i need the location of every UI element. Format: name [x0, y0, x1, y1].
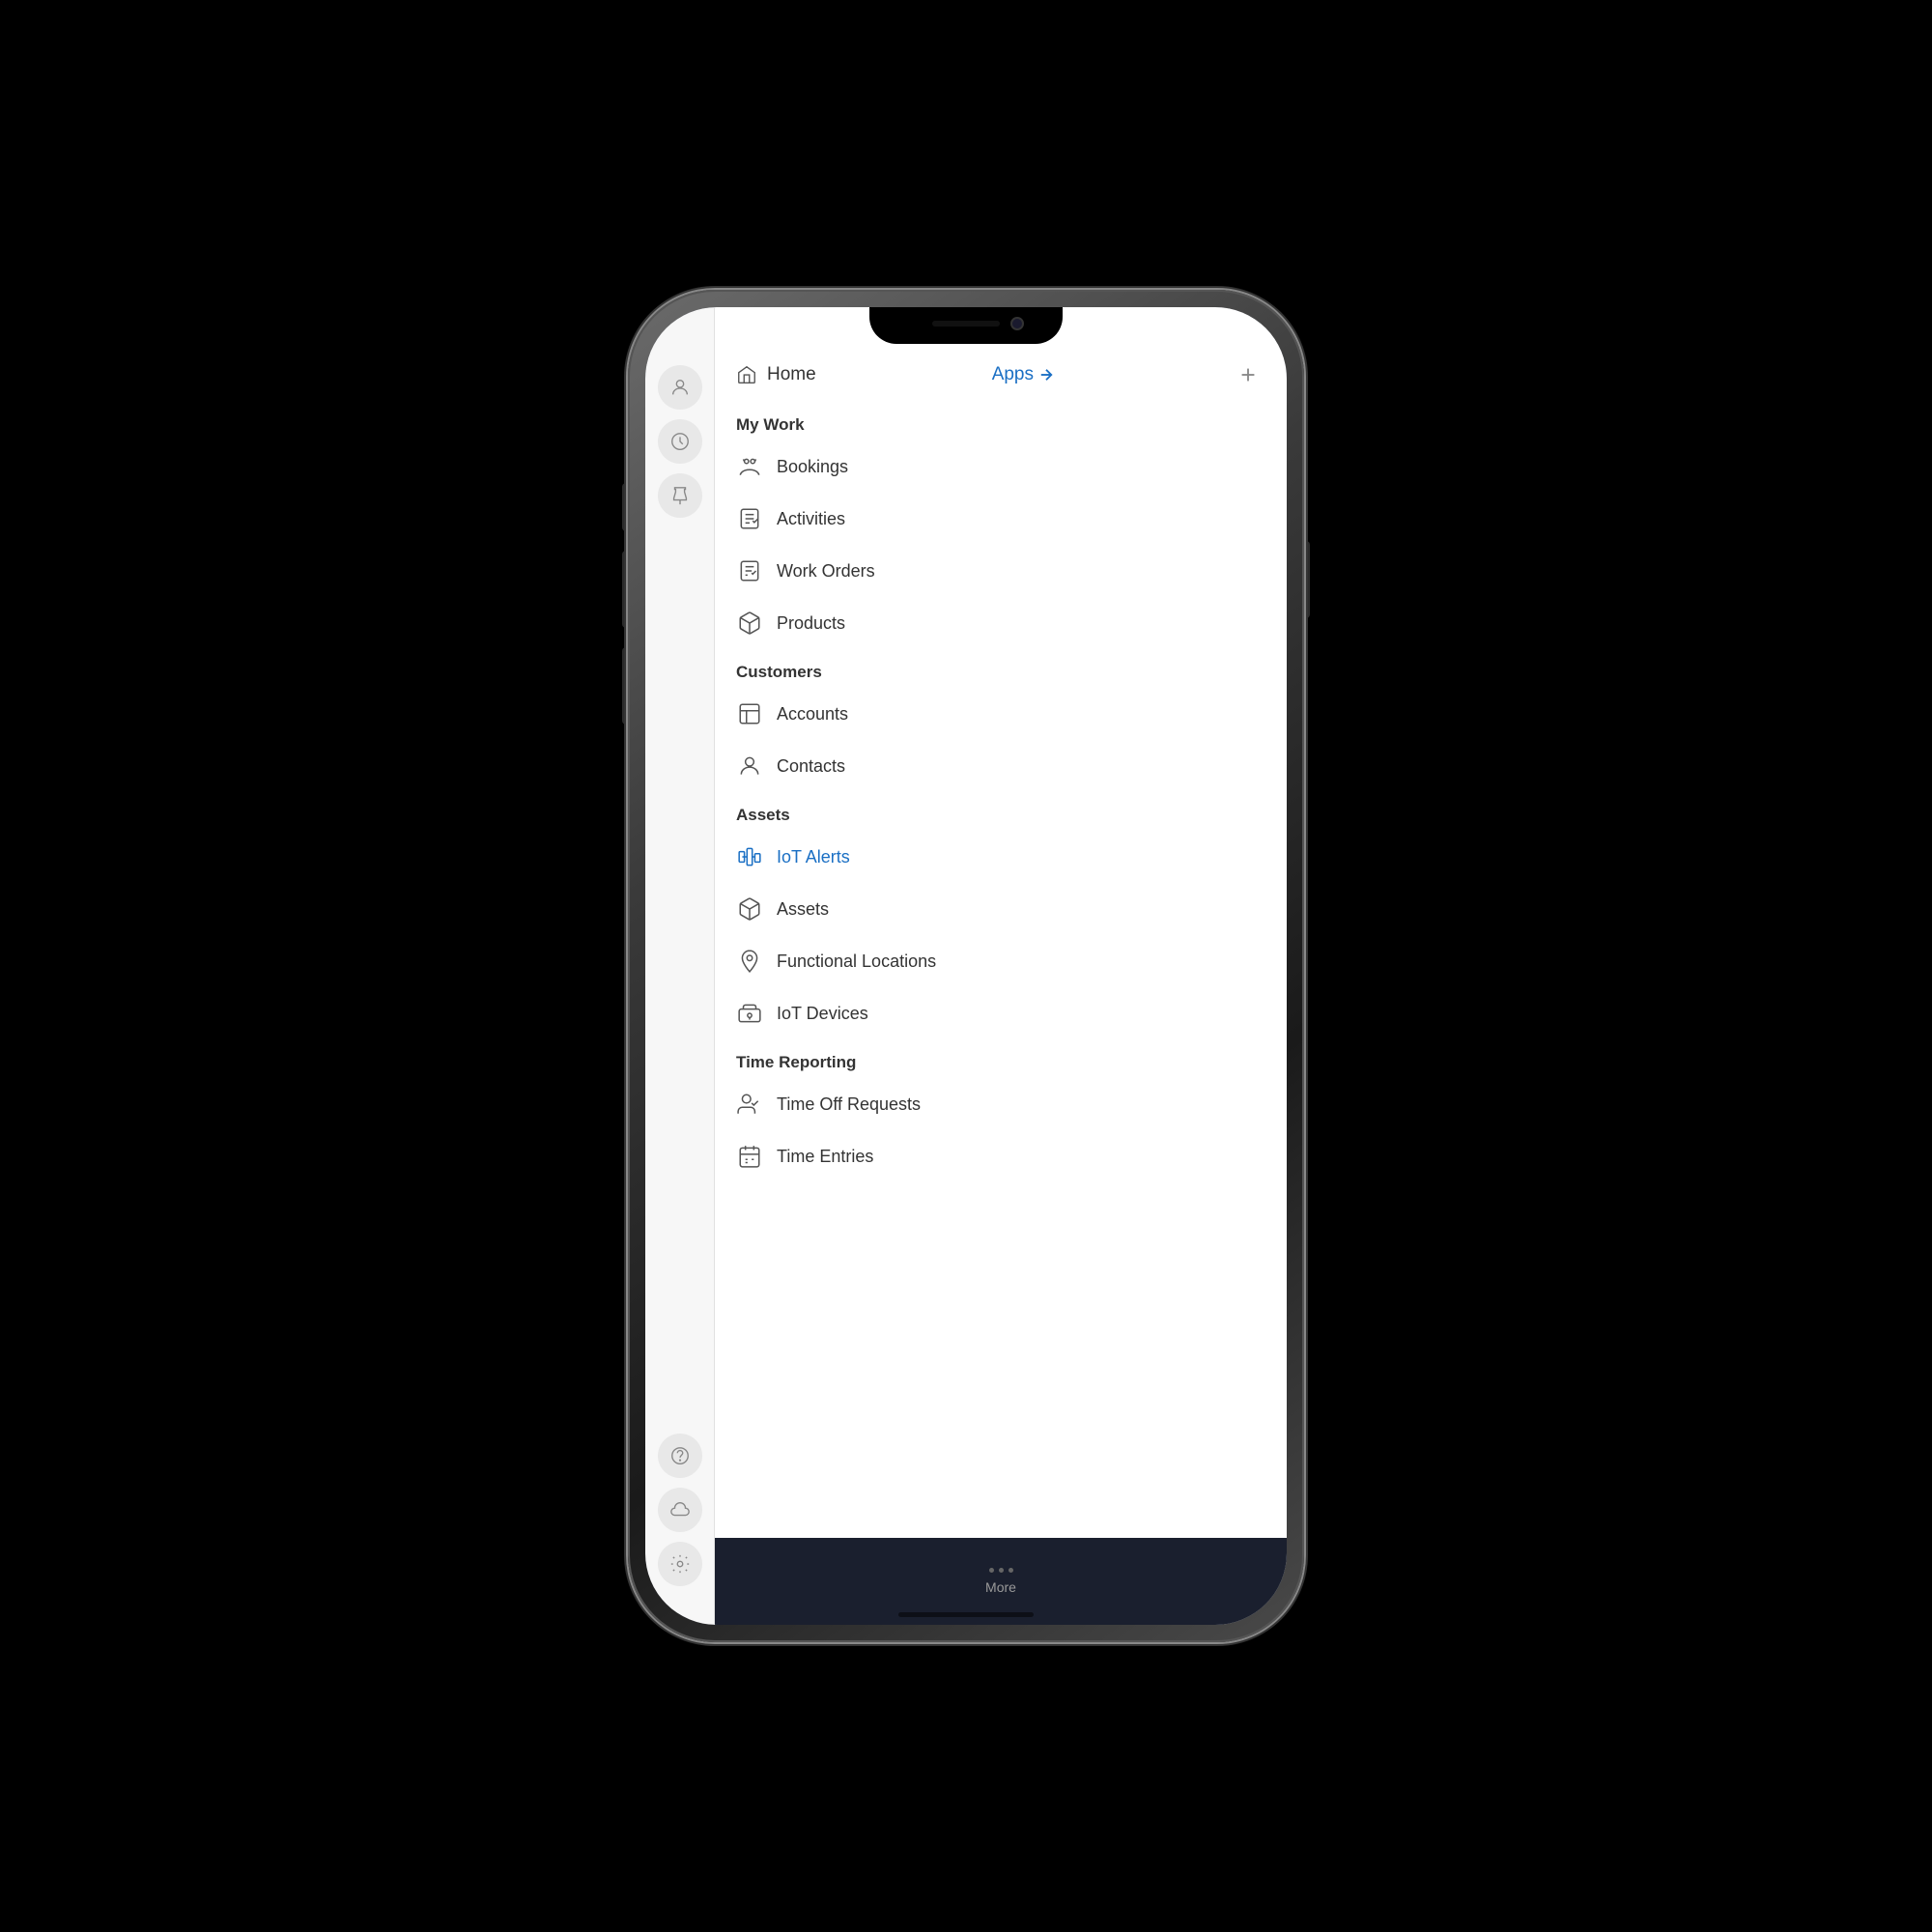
- nav-item-assets[interactable]: Assets: [715, 883, 1287, 935]
- iot-alerts-icon: [736, 843, 763, 870]
- home-row: Home: [736, 364, 816, 385]
- sidebar-icon-settings[interactable]: [658, 1542, 702, 1586]
- nav-item-label-time-entries: Time Entries: [777, 1147, 873, 1167]
- nav-item-bookings[interactable]: Bookings: [715, 440, 1287, 493]
- nav-item-label-iot-devices: IoT Devices: [777, 1004, 868, 1024]
- products-icon: [736, 610, 763, 637]
- nav-item-accounts[interactable]: Accounts: [715, 688, 1287, 740]
- bookings-icon: [736, 453, 763, 480]
- nav-item-label-activities: Activities: [777, 509, 845, 529]
- nav-item-time-off-requests[interactable]: Time Off Requests: [715, 1078, 1287, 1130]
- apps-label: Apps: [992, 364, 1034, 385]
- more-label: More: [985, 1579, 1016, 1595]
- speaker: [932, 321, 1000, 327]
- phone-screen: Home Apps My Work Booking: [645, 307, 1287, 1625]
- sidebar-icon-cloud[interactable]: [658, 1488, 702, 1532]
- nav-item-label-accounts: Accounts: [777, 704, 848, 724]
- section-header-time-reporting: Time Reporting: [715, 1039, 1287, 1078]
- nav-item-work-orders[interactable]: Work Orders: [715, 545, 1287, 597]
- sidebar-icon-help[interactable]: [658, 1434, 702, 1478]
- accounts-icon: [736, 700, 763, 727]
- sidebar-icon-pinned[interactable]: [658, 473, 702, 518]
- time-entries-icon: [736, 1143, 763, 1170]
- nav-item-time-entries[interactable]: Time Entries: [715, 1130, 1287, 1182]
- nav-item-label-work-orders: Work Orders: [777, 561, 875, 582]
- assets-icon: [736, 895, 763, 923]
- camera: [1010, 317, 1024, 330]
- sidebar: [645, 307, 715, 1625]
- notch: [869, 307, 1063, 344]
- nav-item-contacts[interactable]: Contacts: [715, 740, 1287, 792]
- nav-item-label-time-off-requests: Time Off Requests: [777, 1094, 921, 1115]
- nav-item-label-products: Products: [777, 613, 845, 634]
- time-off-icon: [736, 1091, 763, 1118]
- nav-item-label-contacts: Contacts: [777, 756, 845, 777]
- sidebar-bottom: [658, 1434, 702, 1625]
- home-indicator: [898, 1612, 1034, 1617]
- nav-item-activities[interactable]: Activities: [715, 493, 1287, 545]
- home-icon: [736, 364, 757, 385]
- screen-content: Home Apps My Work Booking: [645, 307, 1287, 1625]
- sidebar-icon-profile[interactable]: [658, 365, 702, 410]
- section-header-customers: Customers: [715, 649, 1287, 688]
- nav-item-iot-devices[interactable]: IoT Devices: [715, 987, 1287, 1039]
- section-header-my-work: My Work: [715, 402, 1287, 440]
- power-button: [1304, 541, 1310, 618]
- nav-item-label-functional-locations: Functional Locations: [777, 952, 936, 972]
- nav-item-products[interactable]: Products: [715, 597, 1287, 649]
- nav-item-iot-alerts[interactable]: IoT Alerts: [715, 831, 1287, 883]
- functional-locations-icon: [736, 948, 763, 975]
- activities-icon: [736, 505, 763, 532]
- sidebar-icon-history[interactable]: [658, 419, 702, 464]
- more-dots: More: [985, 1568, 1016, 1595]
- nav-item-label-iot-alerts: IoT Alerts: [777, 847, 850, 867]
- work-orders-icon: [736, 557, 763, 584]
- plus-button[interactable]: [1231, 357, 1265, 392]
- home-label: Home: [767, 364, 816, 385]
- contacts-icon: [736, 753, 763, 780]
- apps-link[interactable]: Apps: [992, 364, 1055, 385]
- nav-item-functional-locations[interactable]: Functional Locations: [715, 935, 1287, 987]
- main-panel: Home Apps My Work Booking: [715, 307, 1287, 1625]
- section-header-assets: Assets: [715, 792, 1287, 831]
- phone-wrapper: Home Apps My Work Booking: [628, 290, 1304, 1642]
- nav-item-label-assets: Assets: [777, 899, 829, 920]
- nav-item-label-bookings: Bookings: [777, 457, 848, 477]
- iot-devices-icon: [736, 1000, 763, 1027]
